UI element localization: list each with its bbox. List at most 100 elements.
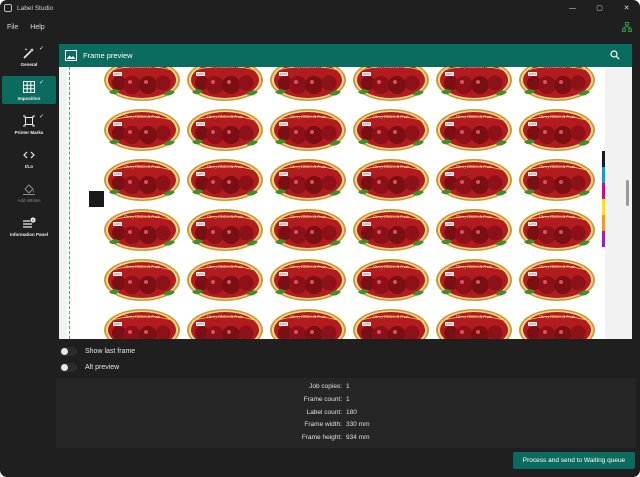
preview-scrollbar[interactable] (626, 180, 629, 206)
cherry-label: Cherry Choices & Fruits 100% (186, 67, 264, 102)
info-key: Frame count: (303, 396, 342, 403)
svg-text:100%: 100% (280, 222, 288, 226)
close-button[interactable]: ✕ (613, 0, 640, 16)
alt-preview-row: Alt preview (60, 361, 119, 373)
svg-text:100%: 100% (446, 72, 454, 76)
svg-text:100%: 100% (280, 72, 288, 76)
cherry-label: Cherry Choices & Fruits 100% (103, 258, 181, 302)
cherry-label: Cherry Choices & Fruits 100% (352, 258, 430, 302)
svg-text:Cherry Choices & Fruits: Cherry Choices & Fruits (290, 67, 327, 69)
svg-text:100%: 100% (363, 122, 371, 126)
svg-text:Cherry Choices & Fruits: Cherry Choices & Fruits (456, 315, 493, 319)
svg-text:100%: 100% (197, 122, 205, 126)
menu-file[interactable]: File (2, 24, 23, 31)
cherry-label: Cherry Choices & Fruits 100% (518, 67, 596, 102)
info-value: 1 (346, 383, 350, 390)
cherry-label: Cherry Choices & Fruits 100% (518, 308, 596, 339)
info-key: Job copies: (309, 383, 342, 390)
svg-text:100%: 100% (446, 322, 454, 326)
svg-text:Cherry Choices & Fruits: Cherry Choices & Fruits (124, 215, 161, 219)
frame-preview-canvas[interactable]: Cherry Choices & Fruits 100% Cherry Choice… (59, 67, 632, 339)
sidebar-item-imposition[interactable]: ✓ Imposition (2, 76, 56, 104)
code-brackets-icon (23, 151, 35, 159)
info-row: Job copies: 1 (56, 383, 636, 395)
svg-text:100%: 100% (529, 172, 537, 176)
cherry-label: Cherry Choices & Fruits 100% (103, 208, 181, 252)
sidebar-item-ilo[interactable]: I/Lo (2, 144, 56, 172)
app-icon (4, 4, 12, 12)
cherry-label: Cherry Choices & Fruits 100% (186, 258, 264, 302)
maximize-button[interactable]: ▢ (586, 0, 613, 16)
network-icon[interactable] (622, 22, 632, 32)
search-icon[interactable] (610, 50, 620, 60)
cherry-label: Cherry Choices & Fruits 100% (352, 108, 430, 152)
info-key: Frame height: (301, 434, 342, 441)
alt-preview-toggle[interactable] (60, 362, 77, 372)
cherry-label: Cherry Choices & Fruits 100% (269, 108, 347, 152)
svg-text:Cherry Choices & Fruits: Cherry Choices & Fruits (207, 315, 244, 319)
svg-text:Cherry Choices & Fruits: Cherry Choices & Fruits (373, 67, 410, 69)
svg-text:100%: 100% (197, 272, 205, 276)
minimize-button[interactable]: — (559, 0, 586, 16)
cherry-label: Cherry Choices & Fruits 100% (435, 308, 513, 339)
svg-text:100%: 100% (280, 172, 288, 176)
info-row: Frame count: 1 (56, 396, 636, 408)
svg-text:Cherry Choices & Fruits: Cherry Choices & Fruits (124, 67, 161, 69)
show-last-frame-toggle[interactable] (60, 346, 77, 356)
alt-preview-label: Alt preview (85, 363, 120, 371)
check-icon: ✓ (38, 80, 44, 86)
svg-text:Cherry Choices & Fruits: Cherry Choices & Fruits (290, 315, 327, 319)
svg-text:Cherry Choices & Fruits: Cherry Choices & Fruits (456, 265, 493, 269)
svg-text:100%: 100% (280, 322, 288, 326)
sidebar-item-add-whites[interactable]: Add Whites (2, 178, 56, 206)
cherry-label: Cherry Choices & Fruits 100% (435, 258, 513, 302)
cherry-label: Cherry Choices & Fruits 100% (269, 208, 347, 252)
menu-help[interactable]: Help (25, 24, 49, 31)
svg-text:Cherry Choices & Fruits: Cherry Choices & Fruits (456, 165, 493, 169)
cherry-label: Cherry Choices & Fruits 100% (518, 258, 596, 302)
info-value: 934 mm (346, 434, 370, 441)
svg-text:Cherry Choices & Fruits: Cherry Choices & Fruits (124, 315, 161, 319)
svg-text:Cherry Choices & Fruits: Cherry Choices & Fruits (539, 265, 576, 269)
show-last-frame-label: Show last frame (85, 347, 136, 355)
svg-text:Cherry Choices & Fruits: Cherry Choices & Fruits (124, 115, 161, 119)
sidebar: ✓ General ✓ Imposition ✓ Printer Marks I… (0, 40, 56, 477)
cherry-label: Cherry Choices & Fruits 100% (435, 158, 513, 202)
svg-text:Cherry Choices & Fruits: Cherry Choices & Fruits (290, 165, 327, 169)
svg-text:Cherry Choices & Fruits: Cherry Choices & Fruits (124, 165, 161, 169)
crop-marks-icon (23, 115, 35, 127)
window-title: Label Studio (17, 4, 54, 12)
svg-text:Cherry Choices & Fruits: Cherry Choices & Fruits (207, 215, 244, 219)
svg-text:Cherry Choices & Fruits: Cherry Choices & Fruits (539, 165, 576, 169)
svg-text:100%: 100% (363, 272, 371, 276)
svg-text:Cherry Choices & Fruits: Cherry Choices & Fruits (373, 265, 410, 269)
svg-text:Cherry Choices & Fruits: Cherry Choices & Fruits (290, 115, 327, 119)
sidebar-item-general[interactable]: ✓ General (2, 42, 56, 70)
image-icon (65, 50, 77, 61)
svg-text:Cherry Choices & Fruits: Cherry Choices & Fruits (456, 215, 493, 219)
cherry-label: Cherry Choices & Fruits 100% (103, 308, 181, 339)
process-and-send-button[interactable]: Process and send to Waiting queue (513, 452, 635, 469)
cut-line-left (69, 67, 70, 339)
svg-text:100%: 100% (114, 322, 122, 326)
svg-text:100%: 100% (529, 272, 537, 276)
cherry-label: Cherry Choices & Fruits 100% (352, 158, 430, 202)
cherry-label: Cherry Choices & Fruits 100% (186, 108, 264, 152)
svg-text:100%: 100% (280, 122, 288, 126)
paint-bucket-icon (23, 184, 35, 195)
sidebar-item-printer-marks[interactable]: ✓ Printer Marks (2, 110, 56, 138)
cherry-label: Cherry Choices & Fruits 100% (186, 158, 264, 202)
cherry-label: Cherry Choices & Fruits 100% (269, 258, 347, 302)
svg-text:100%: 100% (363, 222, 371, 226)
cherry-label: Cherry Choices & Fruits 100% (352, 208, 430, 252)
info-row: Frame width: 330 mm (56, 421, 636, 433)
svg-text:100%: 100% (114, 172, 122, 176)
info-row: Label count: 180 (56, 409, 636, 421)
svg-text:100%: 100% (446, 172, 454, 176)
cherry-label: Cherry Choices & Fruits 100% (269, 158, 347, 202)
svg-text:100%: 100% (529, 72, 537, 76)
info-value: 330 mm (346, 421, 370, 428)
svg-text:100%: 100% (114, 272, 122, 276)
info-key: Label count: (306, 409, 342, 416)
sidebar-item-information-panel[interactable]: Information Panel (2, 212, 56, 240)
